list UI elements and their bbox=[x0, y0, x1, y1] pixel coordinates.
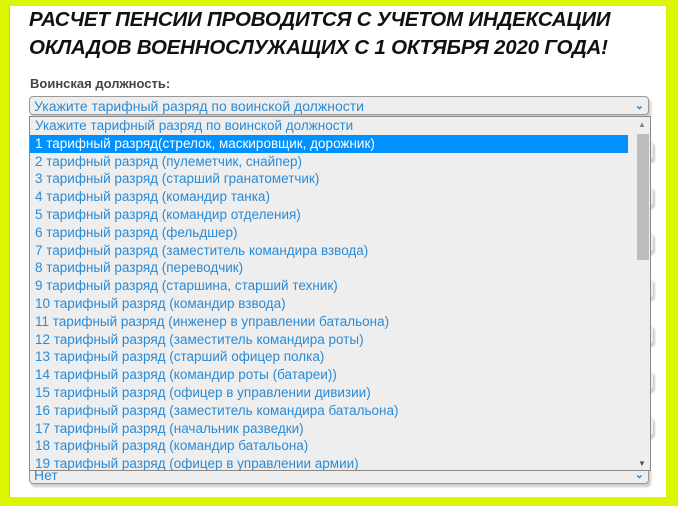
scroll-up-icon[interactable]: ▲ bbox=[638, 120, 646, 129]
dropdown-option[interactable]: 19 тарифный разряд (офицер в управлении … bbox=[30, 455, 628, 470]
scrollbar-thumb[interactable] bbox=[637, 134, 649, 260]
dropdown-option[interactable]: 13 тарифный разряд (старший офицер полка… bbox=[30, 348, 628, 366]
dropdown-option[interactable]: 14 тарифный разряд (командир роты (батар… bbox=[30, 366, 628, 384]
dropdown-option[interactable]: 10 тарифный разряд (командир взвода) bbox=[30, 295, 628, 313]
page-title: РАСЧЕТ ПЕНСИИ ПРОВОДИТСЯ С УЧЕТОМ ИНДЕКС… bbox=[29, 6, 611, 62]
title-line-2: ОКЛАДОВ ВОЕННОСЛУЖАЩИХ С 1 ОКТЯБРЯ 2020 … bbox=[29, 36, 608, 59]
dropdown-option[interactable]: 1 тарифный разряд(стрелок, маскировщик, … bbox=[30, 134, 628, 153]
position-select[interactable]: Укажите тарифный разряд по воинской долж… bbox=[29, 96, 649, 115]
scroll-down-icon[interactable]: ▼ bbox=[638, 459, 646, 468]
dropdown-option[interactable]: 18 тарифный разряд (командир батальона) bbox=[30, 437, 628, 455]
dropdown-option[interactable]: 15 тарифный разряд (офицер в управлении … bbox=[30, 384, 628, 402]
dropdown-option[interactable]: 3 тарифный разряд (старший гранатометчик… bbox=[30, 170, 628, 188]
dropdown-option[interactable]: 8 тарифный разряд (переводчик) bbox=[30, 259, 628, 277]
dropdown-option[interactable]: 11 тарифный разряд (инженер в управлении… bbox=[30, 313, 628, 331]
dropdown-option[interactable]: 9 тарифный разряд (старшина, старший тех… bbox=[30, 277, 628, 295]
dropdown-option[interactable]: 2 тарифный разряд (пулеметчик, снайпер) bbox=[30, 153, 628, 171]
position-dropdown-list[interactable]: Укажите тарифный разряд по воинской долж… bbox=[29, 116, 651, 471]
dropdown-option[interactable]: 12 тарифный разряд (заместитель командир… bbox=[30, 331, 628, 349]
dropdown-option[interactable]: 5 тарифный разряд (командир отделения) bbox=[30, 206, 628, 224]
position-label: Воинская должность: bbox=[30, 76, 171, 91]
dropdown-option[interactable]: 6 тарифный разряд (фельдшер) bbox=[30, 224, 628, 242]
dropdown-option[interactable]: 7 тарифный разряд (заместитель командира… bbox=[30, 242, 628, 260]
dropdown-option[interactable]: 16 тарифный разряд (заместитель командир… bbox=[30, 402, 628, 420]
chevron-down-icon: ⌄ bbox=[634, 100, 644, 112]
dropdown-option[interactable]: 4 тарифный разряд (командир танка) bbox=[30, 188, 628, 206]
title-line-1: РАСЧЕТ ПЕНСИИ ПРОВОДИТСЯ С УЧЕТОМ ИНДЕКС… bbox=[29, 8, 611, 31]
scrollbar[interactable]: ▲ ▼ bbox=[634, 117, 650, 470]
dropdown-option[interactable]: 17 тарифный разряд (начальник разведки) bbox=[30, 420, 628, 438]
position-select-value: Укажите тарифный разряд по воинской долж… bbox=[34, 98, 364, 114]
dropdown-option[interactable]: Укажите тарифный разряд по воинской долж… bbox=[30, 117, 628, 135]
